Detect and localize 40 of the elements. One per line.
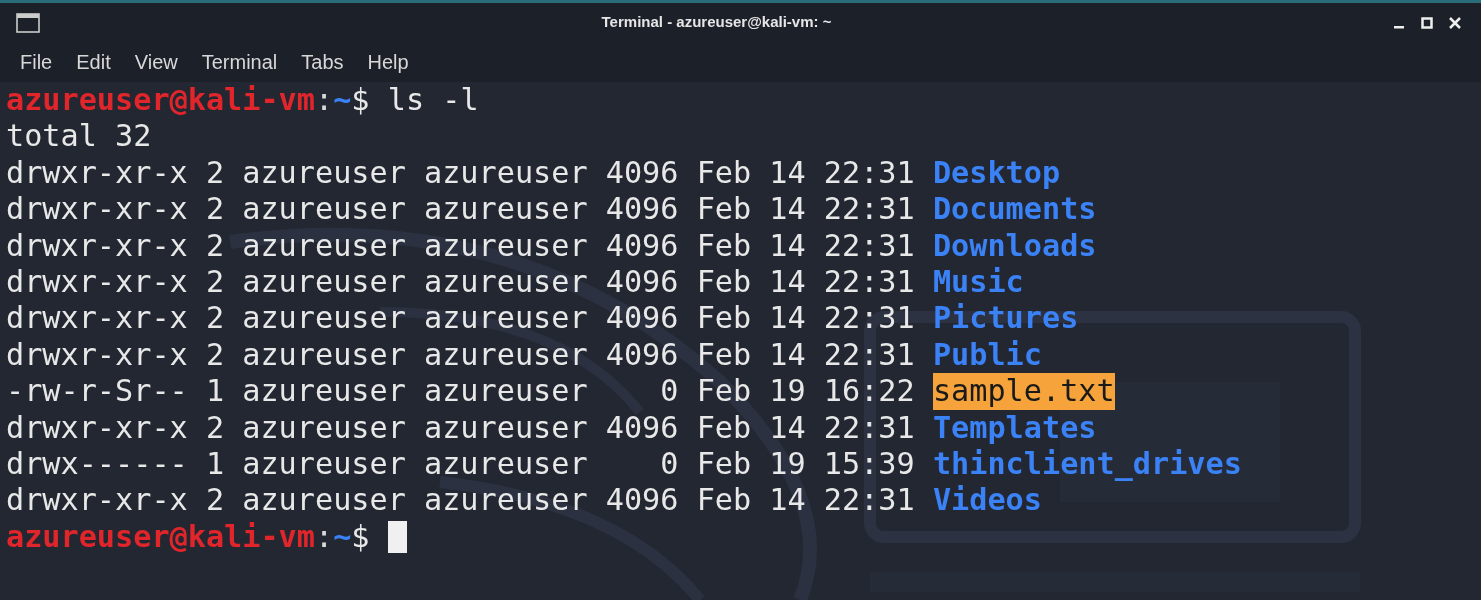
menu-item[interactable]: Tabs	[290, 47, 355, 77]
directory-name: Templates	[932, 409, 1097, 446]
file-details: drwx------ 1 azureuser azureuser 0 Feb 19 15:39	[6, 445, 915, 483]
prompt-user-host: azureuser@kali-vm	[6, 82, 315, 119]
file-details: drwxr-xr-x 2 azureuser azureuser 4096 Feb 14 22:31	[6, 300, 915, 337]
menu-item[interactable]: Terminal	[190, 47, 289, 77]
window-title: Terminal - azureuser@kali-vm: ~	[601, 12, 832, 33]
output-line: total 32	[6, 118, 152, 155]
prompt-path: ~	[333, 82, 352, 119]
prompt-symbol: $	[351, 82, 370, 119]
directory-name: Pictures	[932, 300, 1079, 337]
directory-name: Desktop	[932, 154, 1061, 192]
directory-name: Downloads	[932, 227, 1097, 264]
maximize-icon[interactable]	[1421, 16, 1433, 29]
directory-name: Music	[932, 263, 1024, 301]
terminal-icon	[16, 12, 40, 33]
directory-name: Public	[932, 336, 1042, 374]
file-details: drwxr-xr-x 2 azureuser azureuser 4096 Feb 14 22:31	[6, 191, 915, 228]
prompt-separator: :	[314, 82, 334, 119]
file-details: drwxr-xr-x 2 azureuser azureuser 4096 Feb 14 22:31	[6, 336, 915, 374]
prompt-symbol: $	[351, 518, 370, 556]
file-details: drwxr-xr-x 2 azureuser azureuser 4096 Feb 14 22:31	[6, 263, 915, 301]
file-details: drwxr-xr-x 2 azureuser azureuser 4096 Feb 14 22:31	[6, 154, 915, 192]
menu-item[interactable]: File	[9, 47, 64, 77]
prompt-user-host: azureuser@kali-vm	[6, 518, 315, 556]
file-details: drwxr-xr-x 2 azureuser azureuser 4096 Feb 14 22:31	[6, 227, 915, 264]
prompt-separator: :	[314, 518, 334, 556]
directory-name: Documents	[932, 191, 1097, 228]
menu-item[interactable]: Edit	[65, 47, 122, 77]
directory-name: thinclient_drives	[932, 445, 1242, 483]
menu-item[interactable]: Help	[356, 47, 420, 77]
file-details: drwxr-xr-x 2 azureuser azureuser 4096 Feb 14 22:31	[6, 482, 915, 519]
command-text: ls -l	[387, 82, 479, 119]
file-name: sample.txt	[932, 373, 1115, 410]
prompt-path: ~	[333, 518, 352, 556]
file-details: drwxr-xr-x 2 azureuser azureuser 4096 Feb 14 22:31	[6, 409, 915, 446]
close-icon[interactable]	[1449, 16, 1461, 29]
menu-item[interactable]: View	[123, 47, 189, 77]
directory-name: Videos	[932, 482, 1042, 519]
file-details: -rw-r-Sr-- 1 azureuser azureuser 0 Feb 19 16:22	[6, 373, 915, 410]
